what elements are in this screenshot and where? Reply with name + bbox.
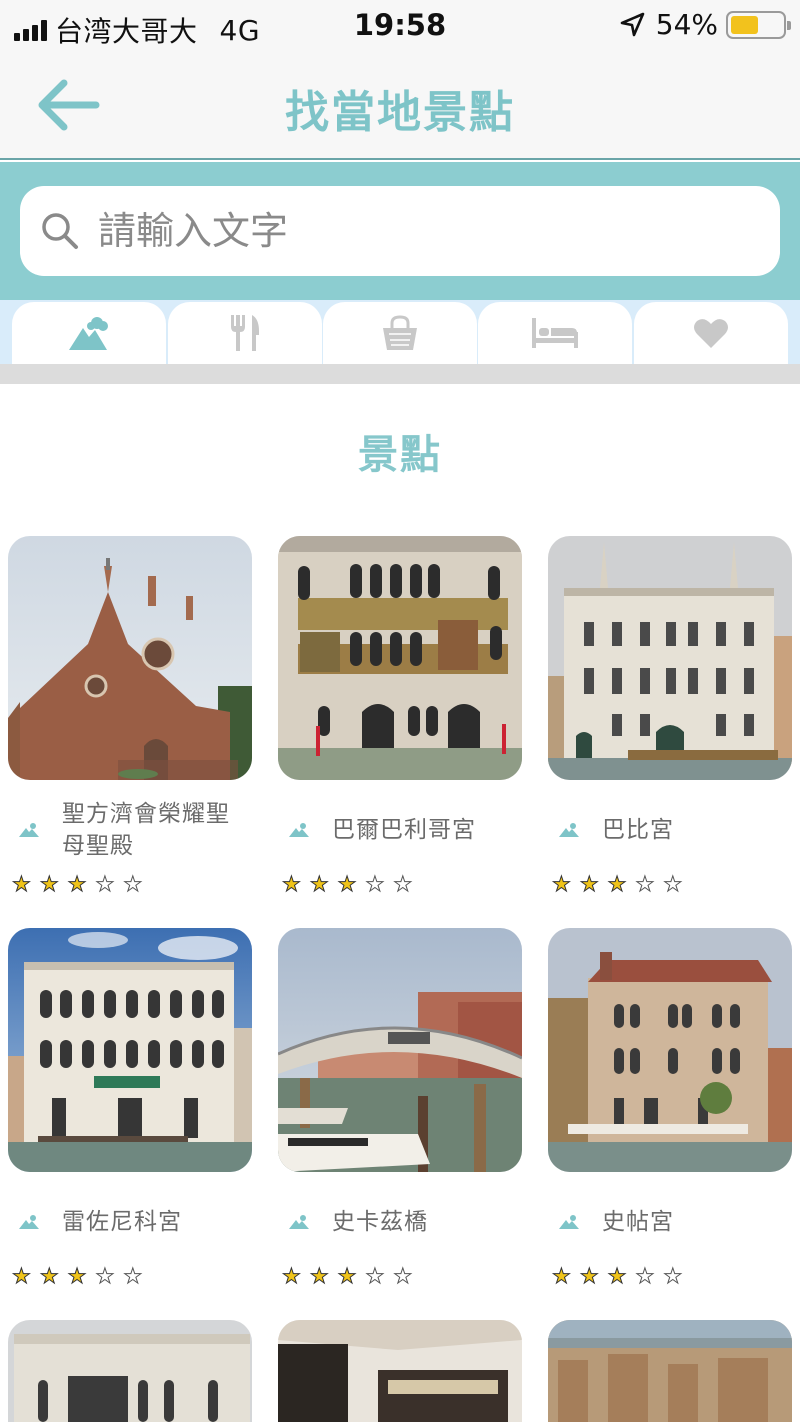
bed-icon (532, 318, 578, 348)
heart-icon (694, 319, 728, 348)
battery-level-fill (731, 15, 758, 34)
section-title: 景點 (358, 432, 442, 478)
star-empty-icon: ★ (95, 1264, 115, 1289)
star-filled-icon: ★ (579, 1264, 599, 1289)
tab-favorites[interactable] (634, 302, 788, 364)
attraction-type-icon (19, 1215, 39, 1229)
rating-stars: ★ ★ ★ ★ ★ (552, 1264, 683, 1289)
attraction-photo-palazzo-stern[interactable] (548, 928, 792, 1172)
search-icon (42, 213, 78, 249)
divider-strip (0, 364, 800, 384)
attraction-type-icon (19, 823, 39, 837)
rating-stars: ★ ★ ★ ★ ★ (282, 1264, 413, 1289)
page-title: 找當地景點 (285, 87, 515, 138)
attraction-type-icon (289, 823, 309, 837)
attraction-name: 聖方濟會榮耀聖母聖殿 (62, 801, 230, 859)
star-filled-icon: ★ (282, 1264, 302, 1289)
attraction-name: 巴比宮 (602, 817, 674, 843)
star-empty-icon: ★ (123, 872, 143, 897)
star-filled-icon: ★ (12, 872, 32, 897)
attraction-card[interactable] (278, 1320, 524, 1422)
attraction-name: 巴爾巴利哥宮 (332, 817, 476, 843)
tab-shopping[interactable] (323, 302, 477, 364)
attraction-card[interactable]: 聖方濟會榮耀聖母聖殿 ★ ★ ★ ★ ★ (8, 536, 254, 897)
location-arrow-icon (620, 12, 645, 36)
rating-stars: ★ ★ ★ ★ ★ (12, 872, 143, 897)
battery-icon (726, 10, 791, 39)
attraction-card[interactable]: 史卡茲橋 ★ ★ ★ ★ ★ (278, 928, 524, 1289)
star-filled-icon: ★ (607, 1264, 627, 1289)
attraction-name: 雷佐尼科宮 (62, 1209, 182, 1235)
attraction-type-icon (559, 823, 579, 837)
star-filled-icon: ★ (12, 1264, 32, 1289)
fork-knife-icon (231, 315, 259, 351)
search-box[interactable] (20, 186, 780, 276)
star-empty-icon: ★ (663, 872, 683, 897)
attraction-card[interactable]: 巴爾巴利哥宮 ★ ★ ★ ★ ★ (278, 536, 524, 897)
attraction-photo-partial[interactable] (548, 1320, 792, 1422)
star-filled-icon: ★ (282, 872, 302, 897)
attraction-photo-scalzi-bridge[interactable] (278, 928, 522, 1172)
battery-tip (787, 20, 791, 30)
search-input[interactable] (98, 209, 738, 253)
star-filled-icon: ★ (552, 872, 572, 897)
shopping-bag-icon (383, 315, 417, 350)
attraction-photo-basilica[interactable] (8, 536, 252, 780)
star-filled-icon: ★ (67, 1264, 87, 1289)
battery-percentage: 54% (655, 8, 718, 41)
rating-stars: ★ ★ ★ ★ ★ (12, 1264, 143, 1289)
attraction-card[interactable] (548, 1320, 794, 1422)
category-tabs (0, 300, 800, 364)
tab-hotel[interactable] (478, 302, 632, 364)
rating-stars: ★ ★ ★ ★ ★ (552, 872, 683, 897)
status-right: 54% (620, 8, 791, 41)
star-filled-icon: ★ (309, 872, 329, 897)
attraction-card[interactable]: 史帖宮 ★ ★ ★ ★ ★ (548, 928, 794, 1289)
star-filled-icon: ★ (67, 872, 87, 897)
star-filled-icon: ★ (337, 1264, 357, 1289)
star-filled-icon: ★ (39, 1264, 59, 1289)
star-empty-icon: ★ (663, 1264, 683, 1289)
star-empty-icon: ★ (393, 1264, 413, 1289)
attraction-type-icon (289, 1215, 309, 1229)
attraction-card[interactable]: 巴比宮 ★ ★ ★ ★ ★ (548, 536, 794, 897)
tab-food[interactable] (168, 302, 322, 364)
star-empty-icon: ★ (365, 872, 385, 897)
star-empty-icon: ★ (95, 872, 115, 897)
star-empty-icon: ★ (635, 1264, 655, 1289)
attraction-card[interactable] (8, 1320, 254, 1422)
attraction-name: 史卡茲橋 (332, 1209, 428, 1235)
star-empty-icon: ★ (123, 1264, 143, 1289)
mountain-cloud-icon (69, 317, 108, 350)
star-filled-icon: ★ (607, 872, 627, 897)
star-filled-icon: ★ (552, 1264, 572, 1289)
attraction-type-icon (559, 1215, 579, 1229)
nav-header: 找當地景點 (0, 52, 800, 160)
tab-attractions[interactable] (12, 302, 166, 364)
star-filled-icon: ★ (579, 872, 599, 897)
attraction-name: 史帖宮 (602, 1209, 674, 1235)
star-empty-icon: ★ (635, 872, 655, 897)
search-band (0, 162, 800, 300)
star-filled-icon: ★ (337, 872, 357, 897)
attraction-card[interactable]: 雷佐尼科宮 ★ ★ ★ ★ ★ (8, 928, 254, 1289)
star-filled-icon: ★ (309, 1264, 329, 1289)
attraction-photo-partial[interactable] (278, 1320, 522, 1422)
attraction-photo-palazzo-balbi[interactable] (548, 536, 792, 780)
attraction-photo-partial[interactable] (8, 1320, 252, 1422)
attraction-photo-ca-rezzonico[interactable] (8, 928, 252, 1172)
star-filled-icon: ★ (39, 872, 59, 897)
rating-stars: ★ ★ ★ ★ ★ (282, 872, 413, 897)
attraction-photo-palazzo-barbarigo[interactable] (278, 536, 522, 780)
star-empty-icon: ★ (365, 1264, 385, 1289)
star-empty-icon: ★ (393, 872, 413, 897)
status-bar: 台湾大哥大 4G 19:58 54% (0, 0, 800, 52)
